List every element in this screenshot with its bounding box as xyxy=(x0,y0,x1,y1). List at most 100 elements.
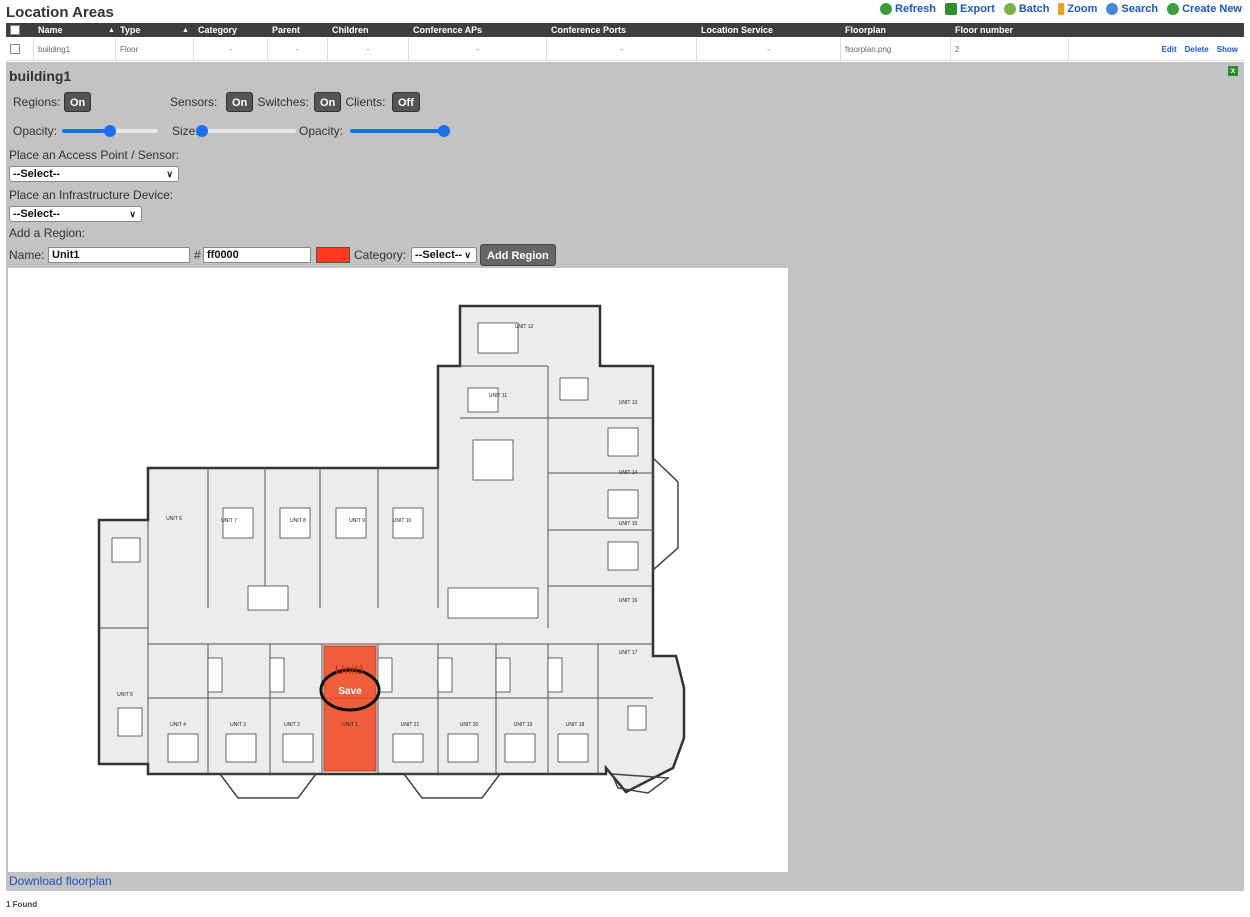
cell-category: - xyxy=(194,38,268,60)
region-name-input[interactable]: Unit1 xyxy=(48,247,190,263)
region-category-select[interactable]: --Select-- ∨ xyxy=(411,247,477,263)
floorplan-image: UNIT 12 UNIT 11 UNIT 13 UNIT 14 UNIT 15 … xyxy=(97,304,686,799)
slider-knob[interactable] xyxy=(104,125,116,137)
row-actions: Edit Delete Show xyxy=(1162,38,1238,60)
batch-icon xyxy=(1003,3,1016,15)
download-floorplan-link[interactable]: Download floorplan xyxy=(9,874,112,888)
unit-label: UNIT 11 xyxy=(489,393,507,399)
regions-label: Regions: xyxy=(13,95,61,109)
table-header: Name ▲ Type ▲ Category Parent Children C… xyxy=(6,23,1244,37)
search-label: Search xyxy=(1121,3,1159,15)
refresh-button[interactable]: Refresh xyxy=(880,3,936,15)
close-icon[interactable]: x xyxy=(1228,66,1238,76)
search-button[interactable]: Search xyxy=(1106,3,1158,15)
show-link[interactable]: Show xyxy=(1217,45,1238,54)
create-new-label: Create New xyxy=(1182,3,1242,15)
column-floorplan[interactable]: Floorplan xyxy=(841,23,951,37)
sensors-label: Sensors: xyxy=(170,95,218,109)
column-type[interactable]: Type xyxy=(116,23,174,37)
place-ap-select[interactable]: --Select-- ∨ xyxy=(9,166,179,182)
switches-label: | Switches: xyxy=(251,95,309,109)
zoom-button[interactable]: Zoom xyxy=(1058,3,1097,15)
unit-label: UNIT 1 xyxy=(342,722,358,728)
chevron-down-icon: ∨ xyxy=(129,209,136,219)
zoom-icon xyxy=(1058,3,1065,15)
detail-title: building1 xyxy=(9,68,72,84)
row-checkbox[interactable] xyxy=(10,44,20,54)
column-category[interactable]: Category xyxy=(194,23,264,37)
batch-button[interactable]: Batch xyxy=(1003,3,1050,15)
unit-label: UNIT 3 xyxy=(230,722,246,728)
cell-conference-ports[interactable]: - xyxy=(547,38,697,60)
cell-name: building1 xyxy=(34,38,116,60)
unit-label: UNIT 12 xyxy=(515,324,534,330)
size-label: Size: xyxy=(172,124,199,138)
clients-label: | Clients: xyxy=(339,95,386,109)
color-swatch[interactable] xyxy=(316,247,350,263)
region-color-input[interactable]: ff0000 xyxy=(203,247,311,263)
unit-label: UNIT 7 xyxy=(221,518,237,524)
batch-label: Batch xyxy=(1018,3,1050,15)
create-new-button[interactable]: Create New xyxy=(1167,3,1242,15)
region-opacity-label: Opacity: xyxy=(13,124,58,138)
select-all-checkbox[interactable] xyxy=(10,25,20,35)
table-row[interactable]: building1 Floor - - - - - - floorplan.pn… xyxy=(6,38,1244,61)
column-conference-aps[interactable]: Conference APs xyxy=(409,23,547,37)
toolbar: Refresh Export Batch Zoom Search Create … xyxy=(880,3,1242,15)
slider-knob[interactable] xyxy=(196,125,208,137)
sort-asc-icon[interactable]: ▲ xyxy=(108,27,115,34)
column-location-service[interactable]: Location Service xyxy=(697,23,841,37)
search-icon xyxy=(1106,3,1119,15)
export-button[interactable]: Export xyxy=(945,3,995,15)
detail-panel: building1 x Regions: On Sensors: On | Sw… xyxy=(6,62,1244,891)
cell-location-service: - xyxy=(697,38,841,60)
switches-toggle[interactable]: On xyxy=(314,92,342,112)
place-ap-label: Place an Access Point / Sensor: xyxy=(9,148,180,162)
slider-knob[interactable] xyxy=(438,125,450,137)
unit-label: UNIT 6 xyxy=(166,516,182,522)
unit-label: UNIT 20 xyxy=(460,722,479,728)
cell-floorplan: floorplan.png xyxy=(841,38,951,60)
unit-label: UNIT 16 xyxy=(619,598,638,604)
refresh-label: Refresh xyxy=(895,3,937,15)
cell-type: Floor xyxy=(116,38,194,60)
chevron-down-icon: ∨ xyxy=(166,169,173,179)
create-icon xyxy=(1167,3,1180,15)
zoom-label: Zoom xyxy=(1067,3,1098,15)
hash-label: # xyxy=(194,248,201,262)
cell-parent: - xyxy=(268,38,328,60)
chevron-down-icon: ∨ xyxy=(464,250,471,260)
unit-label: UNIT 14 xyxy=(619,470,638,476)
sensor-opacity-slider[interactable] xyxy=(350,125,450,137)
place-infra-label: Place an Infrastructure Device: xyxy=(9,188,174,202)
unit-label: UNIT 17 xyxy=(619,650,638,656)
column-conference-ports[interactable]: Conference Ports xyxy=(547,23,697,37)
add-region-button[interactable]: Add Region xyxy=(480,244,556,266)
place-infra-select[interactable]: --Select-- ∨ xyxy=(9,206,142,222)
region-opacity-slider[interactable] xyxy=(62,125,158,137)
category-label: Category: xyxy=(354,248,407,262)
save-region-button[interactable]: Save xyxy=(338,686,362,697)
unit-label: UNIT 8 xyxy=(290,518,306,524)
cell-children: - xyxy=(328,38,409,60)
name-label: Name: xyxy=(9,248,45,262)
cell-conference-aps[interactable]: - xyxy=(409,38,547,60)
column-children[interactable]: Children xyxy=(328,23,406,37)
floorplan-canvas[interactable]: UNIT 12 UNIT 11 UNIT 13 UNIT 14 UNIT 15 … xyxy=(8,268,788,872)
unit-label: UNIT 13 xyxy=(619,400,638,406)
size-slider[interactable] xyxy=(196,125,296,137)
column-parent[interactable]: Parent xyxy=(268,23,326,37)
unit-label: UNIT 5 xyxy=(117,692,133,698)
sensor-opacity-label: Opacity: xyxy=(299,124,344,138)
edit-link[interactable]: Edit xyxy=(1162,45,1177,54)
sensors-toggle[interactable]: On xyxy=(226,92,254,112)
delete-link[interactable]: Delete xyxy=(1185,45,1209,54)
regions-toggle[interactable]: On xyxy=(64,92,92,112)
page-title: Location Areas xyxy=(6,4,114,21)
unit-label: UNIT 21 xyxy=(401,722,420,728)
sort-asc-icon[interactable]: ▲ xyxy=(182,27,189,34)
clients-toggle[interactable]: Off xyxy=(392,92,420,112)
add-region-label: Add a Region: xyxy=(9,226,86,240)
region-label: Unit1 xyxy=(335,662,365,677)
column-floor-number[interactable]: Floor number xyxy=(951,23,1069,37)
